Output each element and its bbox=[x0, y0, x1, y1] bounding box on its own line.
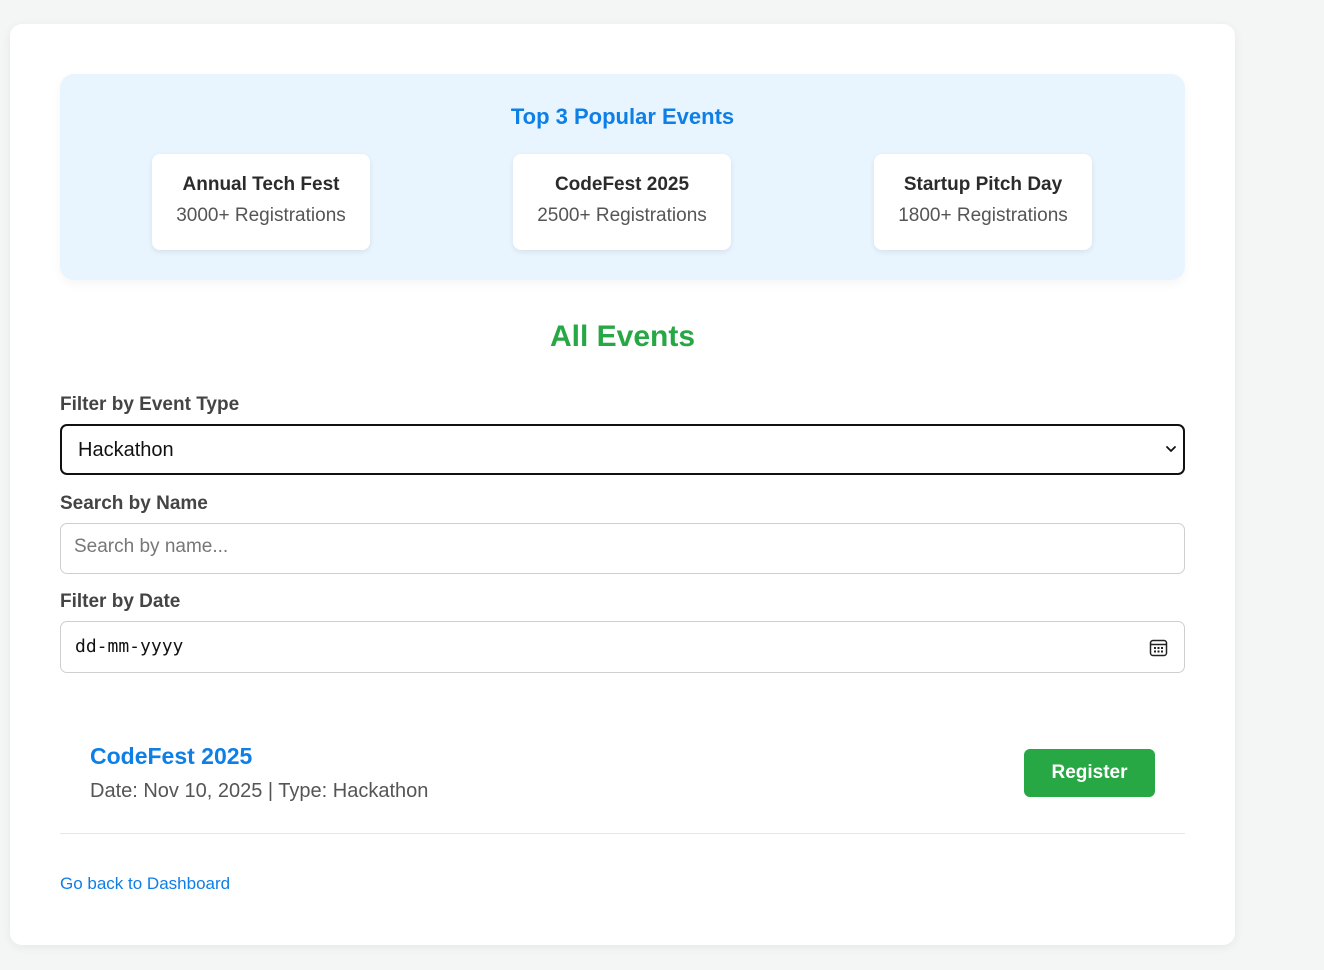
event-type-label: Filter by Event Type bbox=[60, 394, 240, 415]
search-name-label: Search by Name bbox=[60, 493, 208, 514]
popular-event-name: Annual Tech Fest bbox=[182, 174, 340, 195]
popular-event-name: Startup Pitch Day bbox=[903, 174, 1063, 195]
popular-event-registrations: 2500+ Registrations bbox=[537, 205, 707, 226]
popular-event-registrations: 3000+ Registrations bbox=[176, 205, 346, 226]
popular-event-card: Annual Tech Fest 3000+ Registrations bbox=[152, 154, 370, 250]
popular-event-registrations: 1800+ Registrations bbox=[898, 205, 1068, 226]
chevron-down-icon bbox=[1166, 446, 1176, 452]
event-title: CodeFest 2025 bbox=[90, 743, 253, 769]
search-name-field[interactable] bbox=[60, 523, 1185, 574]
popular-event-name: CodeFest 2025 bbox=[554, 174, 690, 195]
main-card: Top 3 Popular Events Annual Tech Fest 30… bbox=[10, 24, 1235, 945]
popular-event-card: CodeFest 2025 2500+ Registrations bbox=[513, 154, 731, 250]
popular-events-title: Top 3 Popular Events bbox=[510, 104, 735, 129]
event-type-select[interactable]: Hackathon bbox=[60, 424, 1185, 475]
back-to-dashboard-link[interactable]: Go back to Dashboard bbox=[60, 874, 230, 894]
event-meta: Date: Nov 10, 2025 | Type: Hackathon bbox=[90, 780, 429, 802]
popular-event-card: Startup Pitch Day 1800+ Registrations bbox=[874, 154, 1092, 250]
all-events-title: All Events bbox=[549, 320, 696, 353]
popular-events-panel: Top 3 Popular Events Annual Tech Fest 30… bbox=[60, 74, 1185, 280]
event-divider bbox=[60, 833, 1185, 834]
event-type-select-value: Hackathon bbox=[78, 439, 174, 461]
register-button[interactable]: Register bbox=[1024, 749, 1155, 797]
calendar-icon[interactable] bbox=[1149, 638, 1168, 657]
date-filter-label: Filter by Date bbox=[60, 591, 181, 612]
search-input[interactable] bbox=[74, 536, 1134, 558]
date-placeholder: dd-mm-yyyy bbox=[75, 636, 184, 657]
date-filter-field[interactable]: dd-mm-yyyy bbox=[60, 621, 1185, 673]
